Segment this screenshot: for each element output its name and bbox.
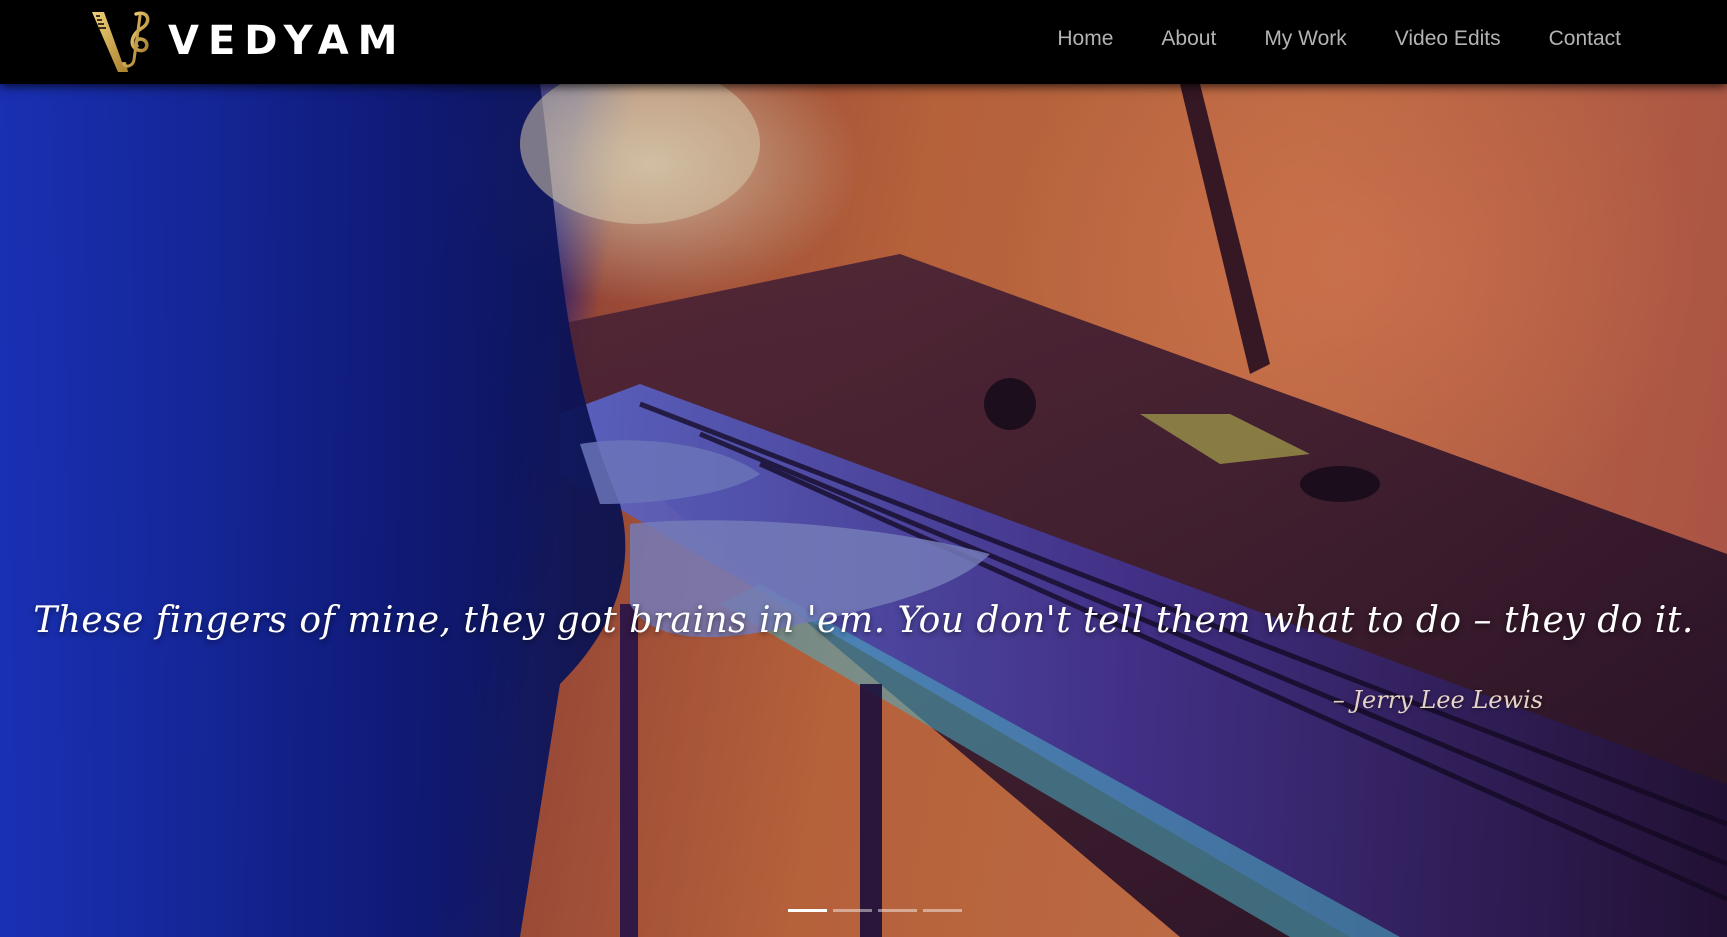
carousel-indicator-4[interactable] [923,909,962,912]
hero-carousel: These fingers of mine, they got brains i… [0,84,1727,937]
carousel-indicator-3[interactable] [878,909,917,912]
nav-video-edits-link[interactable]: Video Edits [1395,27,1501,51]
carousel-indicators [788,909,968,912]
hero-quote: These fingers of mine, they got brains i… [33,600,1694,641]
carousel-indicator-2[interactable] [833,909,872,912]
nav-my-work-link[interactable]: My Work [1264,27,1346,51]
v-treble-clef-logo-icon [92,11,150,72]
nav-home-link[interactable]: Home [1057,27,1113,51]
nav-contact-link[interactable]: Contact [1549,27,1621,51]
nav-about-link[interactable]: About [1161,27,1216,51]
brand[interactable]: VEDYAM [88,6,406,76]
carousel-indicator-1[interactable] [788,909,827,912]
navbar: VEDYAM Home About My Work Video Edits Co… [0,0,1727,84]
brand-name: VEDYAM [168,18,407,64]
hero-overlay [0,84,1727,937]
nav-menu: Home About My Work Video Edits Contact [1009,0,1621,78]
hero-quote-author: – Jerry Lee Lewis [1332,686,1543,714]
